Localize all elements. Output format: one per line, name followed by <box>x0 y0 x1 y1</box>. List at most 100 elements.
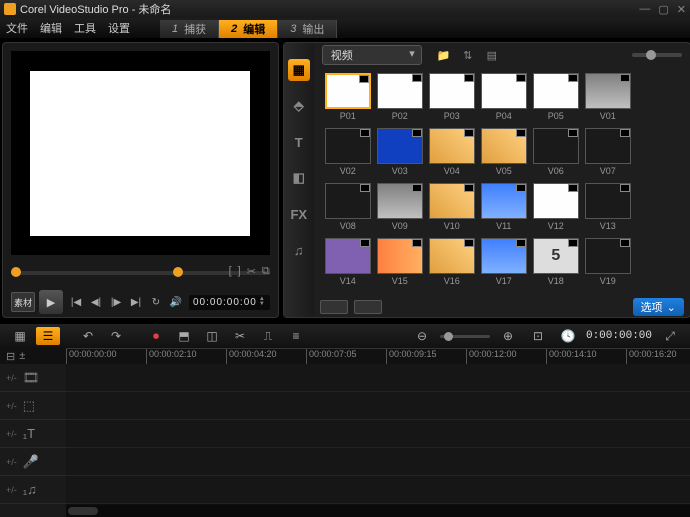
library-item[interactable]: V07 <box>584 128 632 180</box>
lib-view-icon-2[interactable] <box>354 300 382 314</box>
library-item[interactable]: V04 <box>428 128 476 180</box>
library-item[interactable]: V08 <box>324 183 372 235</box>
library-item[interactable]: V09 <box>376 183 424 235</box>
tab-capture[interactable]: 1捕获 <box>160 20 219 38</box>
thumb-label: P03 <box>444 111 460 121</box>
library-item[interactable]: V11 <box>480 183 528 235</box>
menu-file[interactable]: 文件 <box>6 20 28 36</box>
lib-tab-audio[interactable]: ♫ <box>288 239 310 261</box>
scrub-handle-start[interactable] <box>11 267 21 277</box>
library-item[interactable]: V05 <box>480 128 528 180</box>
timecode-display[interactable]: 00:00:00:00 ▲▼ <box>189 295 270 310</box>
tab-output[interactable]: 3输出 <box>278 20 337 38</box>
track-area[interactable] <box>66 364 690 517</box>
mixer-button[interactable]: ⎍ <box>256 327 280 345</box>
lib-view-icon-1[interactable] <box>320 300 348 314</box>
fit-button[interactable]: ⊡ <box>526 327 550 345</box>
maximize-button[interactable]: ▢ <box>658 3 668 16</box>
library-item[interactable]: P03 <box>428 73 476 125</box>
import-icon[interactable]: 📁 <box>436 49 452 62</box>
library-item[interactable]: V13 <box>584 183 632 235</box>
timeline-view-button[interactable]: ☰ <box>36 327 60 345</box>
track-voice[interactable]: +/-🎤 <box>0 448 66 476</box>
sort-icon[interactable]: ⇅ <box>460 49 476 62</box>
track-video[interactable]: +/-🎞 <box>0 364 66 392</box>
mark-in-icon[interactable]: [ <box>229 265 232 278</box>
lib-tab-media[interactable]: ▦ <box>288 59 310 81</box>
library-item[interactable]: V14 <box>324 238 372 290</box>
preview-canvas[interactable] <box>30 71 250 236</box>
zoom-out-button[interactable]: ⊖ <box>410 327 434 345</box>
lib-tab-title[interactable]: T <box>288 131 310 153</box>
repeat-button[interactable]: ↻ <box>147 293 165 311</box>
mark-out-icon[interactable]: ] <box>238 265 241 278</box>
menu-edit[interactable]: 编辑 <box>40 20 62 36</box>
expand-icon[interactable]: ⧉ <box>262 265 270 278</box>
cut-icon[interactable]: ✂ <box>247 265 256 278</box>
tool-button-1[interactable]: ⬒ <box>172 327 196 345</box>
track-title[interactable]: +/-₁T <box>0 420 66 448</box>
thumb-label: V18 <box>548 276 564 286</box>
library-item[interactable]: P01 <box>324 73 372 125</box>
go-end-button[interactable]: ▶| <box>127 293 145 311</box>
next-frame-button[interactable]: |▶ <box>107 293 125 311</box>
voice-track-icon: 🎤 <box>23 454 39 470</box>
tool-button-3[interactable]: ✂ <box>228 327 252 345</box>
clock-icon[interactable]: 🕓 <box>556 327 580 345</box>
library-item[interactable]: 5V18 <box>532 238 580 290</box>
library-item[interactable]: P04 <box>480 73 528 125</box>
library-item[interactable]: P02 <box>376 73 424 125</box>
lib-tab-graphic[interactable]: ◧ <box>288 167 310 189</box>
ruler-add-icon[interactable]: ± <box>19 350 25 362</box>
undo-button[interactable]: ↶ <box>76 327 100 345</box>
track-overlay[interactable]: +/-⬚ <box>0 392 66 420</box>
lib-tab-fx[interactable]: FX <box>288 203 310 225</box>
tab-edit[interactable]: 2编辑 <box>219 20 278 38</box>
filter-icon[interactable]: ▤ <box>484 49 500 62</box>
library-item[interactable]: V15 <box>376 238 424 290</box>
thumb-size-slider[interactable] <box>632 53 682 57</box>
library-item[interactable]: V16 <box>428 238 476 290</box>
library-item[interactable]: V06 <box>532 128 580 180</box>
play-button[interactable]: ▶ <box>39 290 63 314</box>
ruler-collapse-icon[interactable]: ⊟ <box>6 350 15 363</box>
zoom-in-button[interactable]: ⊕ <box>496 327 520 345</box>
library-category-tabs: ▦ ⬘ T ◧ FX ♫ <box>284 43 314 317</box>
library-item[interactable]: V12 <box>532 183 580 235</box>
thumb-label: V16 <box>444 276 460 286</box>
menu-tools[interactable]: 工具 <box>74 20 96 36</box>
thumb-label: V11 <box>496 221 511 231</box>
redo-button[interactable]: ↷ <box>104 327 128 345</box>
preview-viewport <box>11 51 270 255</box>
tool-button-4[interactable]: ≡ <box>284 327 308 345</box>
minimize-button[interactable]: — <box>639 3 650 16</box>
menu-settings[interactable]: 设置 <box>108 20 130 36</box>
timeline-ruler[interactable]: ⊟ ± 00:00:00:0000:00:02:1000:00:04:2000:… <box>0 348 690 364</box>
thumb-label: P01 <box>340 111 356 121</box>
library-item[interactable]: V19 <box>584 238 632 290</box>
timeline-scrollbar[interactable] <box>66 505 690 517</box>
library-item[interactable]: V02 <box>324 128 372 180</box>
library-item[interactable]: V03 <box>376 128 424 180</box>
prev-frame-button[interactable]: ◀| <box>87 293 105 311</box>
lib-tab-transition[interactable]: ⬘ <box>288 95 310 117</box>
close-button[interactable]: ✕ <box>677 3 686 16</box>
track-music[interactable]: +/-₁♫ <box>0 476 66 504</box>
zoom-slider[interactable] <box>440 335 490 338</box>
library-item[interactable]: V17 <box>480 238 528 290</box>
clip-mode-label[interactable]: 素材 <box>11 292 35 312</box>
storyboard-view-button[interactable]: ▦ <box>8 327 32 345</box>
library-item[interactable]: V10 <box>428 183 476 235</box>
go-start-button[interactable]: |◀ <box>67 293 85 311</box>
options-button[interactable]: 选项⌄ <box>633 298 684 316</box>
volume-button[interactable]: 🔊 <box>167 293 185 311</box>
library-item[interactable]: V01 <box>584 73 632 125</box>
library-item[interactable]: P05 <box>532 73 580 125</box>
ruler-mark: 00:00:16:20 <box>626 349 677 365</box>
scrub-handle-end[interactable] <box>173 267 183 277</box>
tool-button-2[interactable]: ◫ <box>200 327 224 345</box>
library-folder-dropdown[interactable]: 视频 <box>322 45 422 65</box>
expand-timeline-button[interactable]: ⤢ <box>658 327 682 345</box>
scrub-bar[interactable]: [ ] ✂ ⧉ <box>3 263 278 287</box>
record-button[interactable]: ⏺ <box>144 327 168 345</box>
